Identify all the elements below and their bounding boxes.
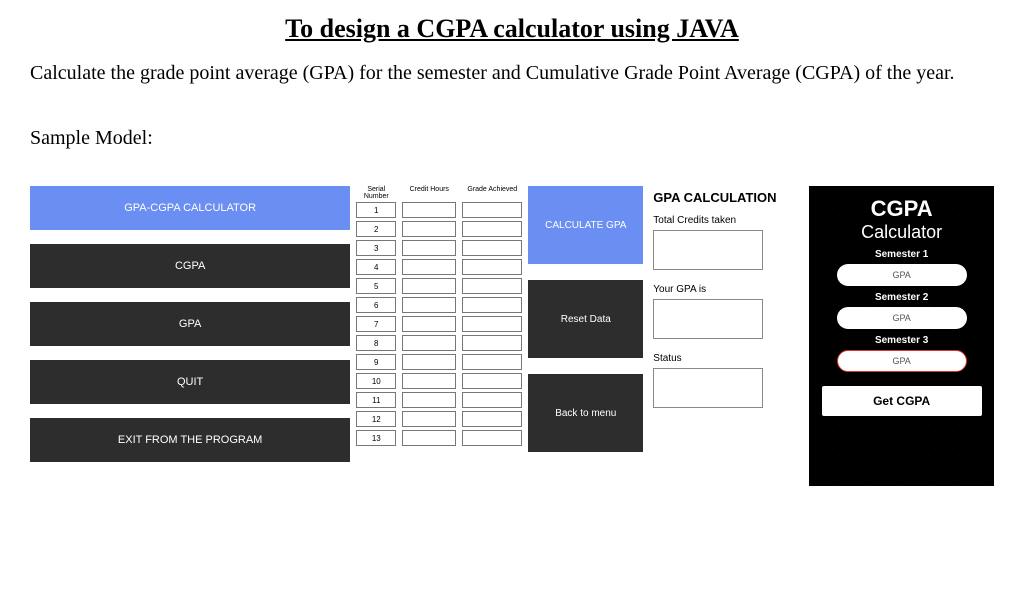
credit-hours-cell[interactable] xyxy=(402,278,456,294)
menu-top-button[interactable]: GPA-CGPA CALCULATOR xyxy=(30,186,350,230)
grade-table-panel: Serial Number Credit Hours Grade Achieve… xyxy=(356,186,522,449)
grade-table-row: 2 xyxy=(356,221,522,237)
credit-hours-cell[interactable] xyxy=(402,373,456,389)
your-gpa-field[interactable] xyxy=(653,299,763,339)
grade-table-row: 4 xyxy=(356,259,522,275)
grade-table-row: 9 xyxy=(356,354,522,370)
serial-cell: 12 xyxy=(356,411,396,427)
semester-2-gpa-field[interactable]: GPA xyxy=(837,307,967,329)
menu-gpa-button[interactable]: GPA xyxy=(30,302,350,346)
credit-hours-cell[interactable] xyxy=(402,316,456,332)
menu-quit-button[interactable]: QUIT xyxy=(30,360,350,404)
grade-cell[interactable] xyxy=(462,373,522,389)
col-serial-header: Serial Number xyxy=(356,186,396,200)
semester-3-gpa-field[interactable]: GPA xyxy=(837,350,967,372)
grade-cell[interactable] xyxy=(462,430,522,446)
grade-table-row: 6 xyxy=(356,297,522,313)
serial-cell: 11 xyxy=(356,392,396,408)
semester-1-label: Semester 1 xyxy=(819,249,984,260)
serial-cell: 8 xyxy=(356,335,396,351)
serial-cell: 3 xyxy=(356,240,396,256)
calculate-gpa-button[interactable]: CALCULATE GPA xyxy=(528,186,643,264)
serial-cell: 5 xyxy=(356,278,396,294)
credit-hours-cell[interactable] xyxy=(402,202,456,218)
serial-cell: 10 xyxy=(356,373,396,389)
semester-2-label: Semester 2 xyxy=(819,292,984,303)
reset-data-button[interactable]: Reset Data xyxy=(528,280,643,358)
grade-cell[interactable] xyxy=(462,221,522,237)
sample-label: Sample Model: xyxy=(30,127,994,150)
credit-hours-cell[interactable] xyxy=(402,354,456,370)
credit-hours-cell[interactable] xyxy=(402,297,456,313)
grade-table-row: 8 xyxy=(356,335,522,351)
gpa-calc-title: GPA CALCULATION xyxy=(653,190,803,205)
serial-cell: 7 xyxy=(356,316,396,332)
get-cgpa-button[interactable]: Get CGPA xyxy=(822,386,982,416)
grade-table-row: 10 xyxy=(356,373,522,389)
grade-table-row: 13 xyxy=(356,430,522,446)
grade-cell[interactable] xyxy=(462,354,522,370)
serial-cell: 4 xyxy=(356,259,396,275)
grade-cell[interactable] xyxy=(462,259,522,275)
serial-cell: 2 xyxy=(356,221,396,237)
gpa-calc-panel: CALCULATE GPA Reset Data Back to menu GP… xyxy=(528,186,803,452)
cgpa-dark-panel: CGPA Calculator Semester 1 GPA Semester … xyxy=(809,186,994,486)
col-grade-header: Grade Achieved xyxy=(462,186,522,200)
semester-3-label: Semester 3 xyxy=(819,335,984,346)
sample-panels: GPA-CGPA CALCULATOR CGPA GPA QUIT EXIT F… xyxy=(30,186,994,486)
credit-hours-cell[interactable] xyxy=(402,411,456,427)
serial-cell: 9 xyxy=(356,354,396,370)
credit-hours-cell[interactable] xyxy=(402,392,456,408)
grade-cell[interactable] xyxy=(462,278,522,294)
grade-cell[interactable] xyxy=(462,240,522,256)
grade-cell[interactable] xyxy=(462,297,522,313)
status-label: Status xyxy=(653,353,803,364)
semester-1-gpa-field[interactable]: GPA xyxy=(837,264,967,286)
serial-cell: 6 xyxy=(356,297,396,313)
serial-cell: 13 xyxy=(356,430,396,446)
serial-cell: 1 xyxy=(356,202,396,218)
total-credits-label: Total Credits taken xyxy=(653,215,803,226)
grade-table-row: 5 xyxy=(356,278,522,294)
credit-hours-cell[interactable] xyxy=(402,240,456,256)
menu-panel: GPA-CGPA CALCULATOR CGPA GPA QUIT EXIT F… xyxy=(30,186,350,476)
status-field[interactable] xyxy=(653,368,763,408)
grade-table-row: 3 xyxy=(356,240,522,256)
grade-cell[interactable] xyxy=(462,316,522,332)
grade-table-row: 12 xyxy=(356,411,522,427)
credit-hours-cell[interactable] xyxy=(402,259,456,275)
grade-table-row: 7 xyxy=(356,316,522,332)
grade-cell[interactable] xyxy=(462,411,522,427)
credit-hours-cell[interactable] xyxy=(402,430,456,446)
grade-cell[interactable] xyxy=(462,202,522,218)
back-to-menu-button[interactable]: Back to menu xyxy=(528,374,643,452)
menu-cgpa-button[interactable]: CGPA xyxy=(30,244,350,288)
cgpa-title-2: Calculator xyxy=(819,222,984,243)
your-gpa-label: Your GPA is xyxy=(653,284,803,295)
cgpa-title-1: CGPA xyxy=(819,196,984,222)
credit-hours-cell[interactable] xyxy=(402,221,456,237)
total-credits-field[interactable] xyxy=(653,230,763,270)
grade-table-row: 1 xyxy=(356,202,522,218)
credit-hours-cell[interactable] xyxy=(402,335,456,351)
grade-table-header: Serial Number Credit Hours Grade Achieve… xyxy=(356,186,522,200)
grade-cell[interactable] xyxy=(462,335,522,351)
grade-cell[interactable] xyxy=(462,392,522,408)
page-title: To design a CGPA calculator using JAVA xyxy=(30,14,994,44)
menu-exit-button[interactable]: EXIT FROM THE PROGRAM xyxy=(30,418,350,462)
description: Calculate the grade point average (GPA) … xyxy=(30,60,994,87)
grade-table-row: 11 xyxy=(356,392,522,408)
col-credit-header: Credit Hours xyxy=(402,186,456,200)
